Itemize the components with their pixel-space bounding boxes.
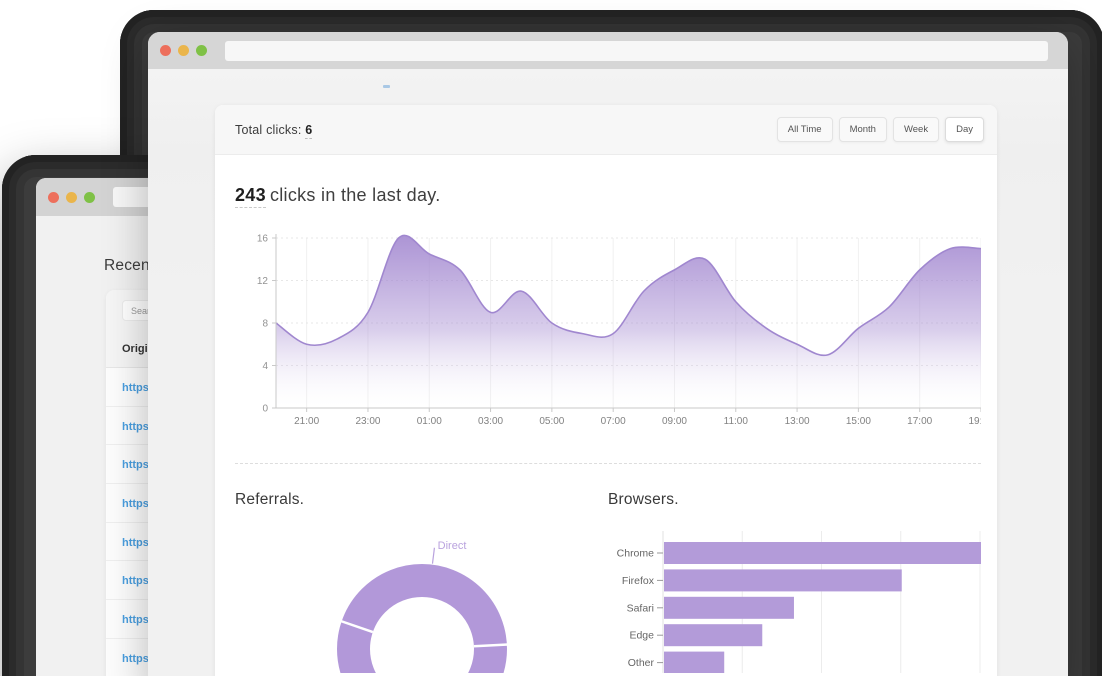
chart-sections: Referrals. Direct Browsers. Chrome Firefo… xyxy=(235,464,981,673)
address-bar[interactable] xyxy=(225,41,1048,61)
svg-text:0: 0 xyxy=(262,404,268,415)
filter-all-time-button[interactable]: All Time xyxy=(777,117,833,142)
desktop: Recent Origin https: https: https: https… xyxy=(0,0,1102,676)
svg-text:23:00: 23:00 xyxy=(355,416,380,427)
svg-text:4: 4 xyxy=(262,361,268,372)
svg-text:03:00: 03:00 xyxy=(478,416,503,427)
svg-text:Chrome: Chrome xyxy=(617,548,655,560)
svg-text:11:00: 11:00 xyxy=(724,416,749,427)
filter-week-button[interactable]: Week xyxy=(893,117,939,142)
stats-card-body: 243clicks in the last day. 0 4 8 12 16 21:00 2… xyxy=(215,185,997,673)
recent-heading: Recent xyxy=(104,257,154,275)
svg-text:Firefox: Firefox xyxy=(622,575,655,587)
clicks-count: 243 xyxy=(235,185,266,208)
svg-text:16: 16 xyxy=(257,234,269,245)
referrals-section: Referrals. Direct xyxy=(235,464,608,673)
total-clicks: Total clicks: 6 xyxy=(235,123,312,137)
total-clicks-label: Total clicks: xyxy=(235,123,302,137)
browsers-heading: Browsers. xyxy=(608,491,981,509)
filter-buttons: All Time Month Week Day xyxy=(777,117,984,142)
close-button[interactable] xyxy=(48,192,59,203)
page-artifact xyxy=(383,85,390,88)
minimize-button[interactable] xyxy=(178,45,189,56)
browsers-bar-chart: Chrome Firefox Safari Edge Other xyxy=(608,523,981,673)
svg-text:21:00: 21:00 xyxy=(294,416,319,427)
filter-day-button[interactable]: Day xyxy=(945,117,984,142)
close-button[interactable] xyxy=(160,45,171,56)
svg-text:13:00: 13:00 xyxy=(785,416,810,427)
svg-text:Safari: Safari xyxy=(627,602,654,614)
analytics-titlebar xyxy=(148,32,1068,69)
total-clicks-value: 6 xyxy=(305,123,312,139)
clicks-headline-text: clicks in the last day. xyxy=(270,185,441,205)
svg-text:Other: Other xyxy=(628,657,655,669)
stats-card-header: Total clicks: 6 All Time Month Week Day xyxy=(215,105,997,155)
svg-text:15:00: 15:00 xyxy=(846,416,871,427)
fullscreen-button[interactable] xyxy=(196,45,207,56)
browsers-section: Browsers. Chrome Firefox Safari Edge Other xyxy=(608,464,981,673)
fullscreen-button[interactable] xyxy=(84,192,95,203)
filter-month-button[interactable]: Month xyxy=(839,117,887,142)
stats-card: Total clicks: 6 All Time Month Week Day … xyxy=(215,105,997,676)
svg-text:09:00: 09:00 xyxy=(662,416,687,427)
svg-text:17:00: 17:00 xyxy=(907,416,932,427)
minimize-button[interactable] xyxy=(66,192,77,203)
svg-text:12: 12 xyxy=(257,276,269,287)
svg-text:Direct: Direct xyxy=(438,540,467,552)
clicks-area-chart: 0 4 8 12 16 21:00 23:00 01:00 03:00 05:00 07:00 09:… xyxy=(235,228,981,433)
svg-text:01:00: 01:00 xyxy=(417,416,442,427)
svg-text:07:00: 07:00 xyxy=(601,416,626,427)
analytics-browser-window: Total clicks: 6 All Time Month Week Day … xyxy=(148,32,1068,676)
svg-text:8: 8 xyxy=(262,319,268,330)
svg-text:05:00: 05:00 xyxy=(539,416,564,427)
referrals-donut-chart: Direct xyxy=(235,523,608,673)
clicks-headline: 243clicks in the last day. xyxy=(235,185,981,206)
referrals-heading: Referrals. xyxy=(235,491,608,509)
svg-text:19:00: 19:00 xyxy=(968,416,981,427)
svg-text:Edge: Edge xyxy=(629,630,654,642)
